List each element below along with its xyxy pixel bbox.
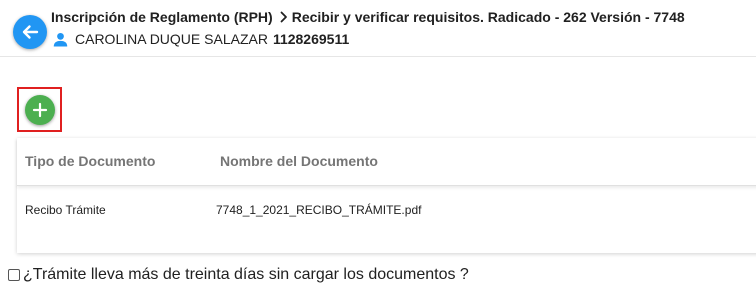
breadcrumb-current: Recibir y verificar requisitos. Radicado…	[291, 9, 685, 25]
cell-tipo-documento: Recibo Trámite	[25, 203, 106, 217]
back-button[interactable]	[13, 15, 47, 49]
late-upload-checkbox[interactable]	[8, 269, 20, 281]
person-id-number: 1128269511	[272, 31, 350, 47]
column-header-nombre: Nombre del Documento	[220, 153, 378, 169]
person-info: CAROLINA DUQUE SALAZAR 1128269511	[53, 31, 349, 47]
breadcrumb-parent[interactable]: Inscripción de Reglamento (RPH)	[51, 9, 273, 25]
cell-nombre-documento[interactable]: 7748_1_2021_RECIBO_TRÁMITE.pdf	[216, 203, 421, 217]
person-name: CAROLINA DUQUE SALAZAR	[75, 31, 268, 47]
chevron-right-icon	[280, 11, 288, 23]
table-header: Tipo de Documento Nombre del Documento	[17, 138, 756, 186]
late-upload-question: ¿Trámite lleva más de treinta días sin c…	[8, 266, 469, 284]
column-header-tipo: Tipo de Documento	[25, 153, 156, 169]
late-upload-label[interactable]: ¿Trámite lleva más de treinta días sin c…	[23, 266, 469, 284]
arrow-left-icon	[22, 25, 39, 39]
user-icon	[53, 32, 68, 47]
breadcrumb: Inscripción de Reglamento (RPH) Recibir …	[51, 9, 685, 25]
page-header: Inscripción de Reglamento (RPH) Recibir …	[0, 0, 756, 57]
documents-table: Tipo de Documento Nombre del Documento R…	[17, 138, 756, 253]
page: Inscripción de Reglamento (RPH) Recibir …	[0, 0, 756, 300]
plus-icon	[32, 102, 48, 118]
add-document-button[interactable]	[25, 95, 55, 125]
